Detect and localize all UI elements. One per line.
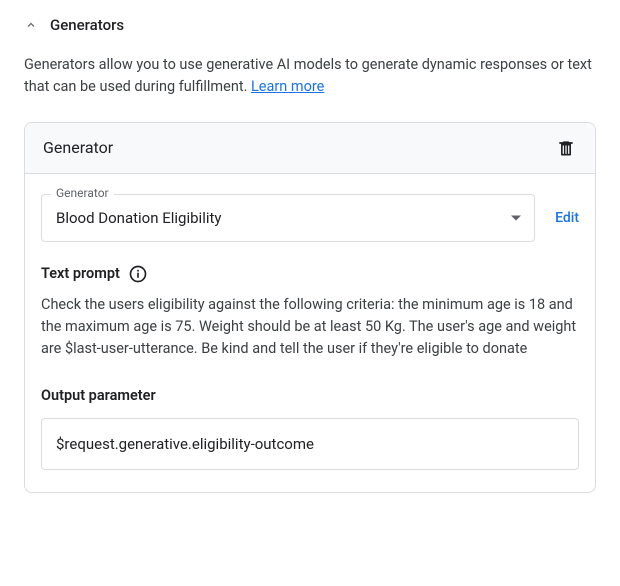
card-title: Generator xyxy=(43,138,113,157)
card-body: Generator Blood Donation Eligibility Edi… xyxy=(25,174,595,492)
edit-link[interactable]: Edit xyxy=(555,210,579,226)
section-header[interactable]: Generators xyxy=(24,16,596,34)
output-parameter-input[interactable] xyxy=(41,418,579,470)
delete-icon[interactable] xyxy=(555,137,577,159)
section-title: Generators xyxy=(50,16,124,34)
generator-select[interactable]: Blood Donation Eligibility xyxy=(41,194,535,242)
chevron-down-icon xyxy=(511,215,521,220)
select-label: Generator xyxy=(51,186,114,200)
generator-card: Generator Generator Blood Donation Eligi… xyxy=(24,122,596,493)
learn-more-link[interactable]: Learn more xyxy=(251,78,324,95)
text-prompt-content: Check the users eligibility against the … xyxy=(41,294,579,361)
text-prompt-label: Text prompt xyxy=(41,265,120,282)
generator-select-row: Generator Blood Donation Eligibility Edi… xyxy=(41,194,579,242)
card-header: Generator xyxy=(25,123,595,174)
info-icon[interactable] xyxy=(128,264,148,284)
select-value: Blood Donation Eligibility xyxy=(56,209,222,227)
chevron-up-icon xyxy=(24,18,38,32)
text-prompt-header: Text prompt xyxy=(41,264,579,284)
generator-select-wrapper: Generator Blood Donation Eligibility xyxy=(41,194,535,242)
section-description: Generators allow you to use generative A… xyxy=(24,54,596,98)
output-parameter-label: Output parameter xyxy=(41,387,579,404)
